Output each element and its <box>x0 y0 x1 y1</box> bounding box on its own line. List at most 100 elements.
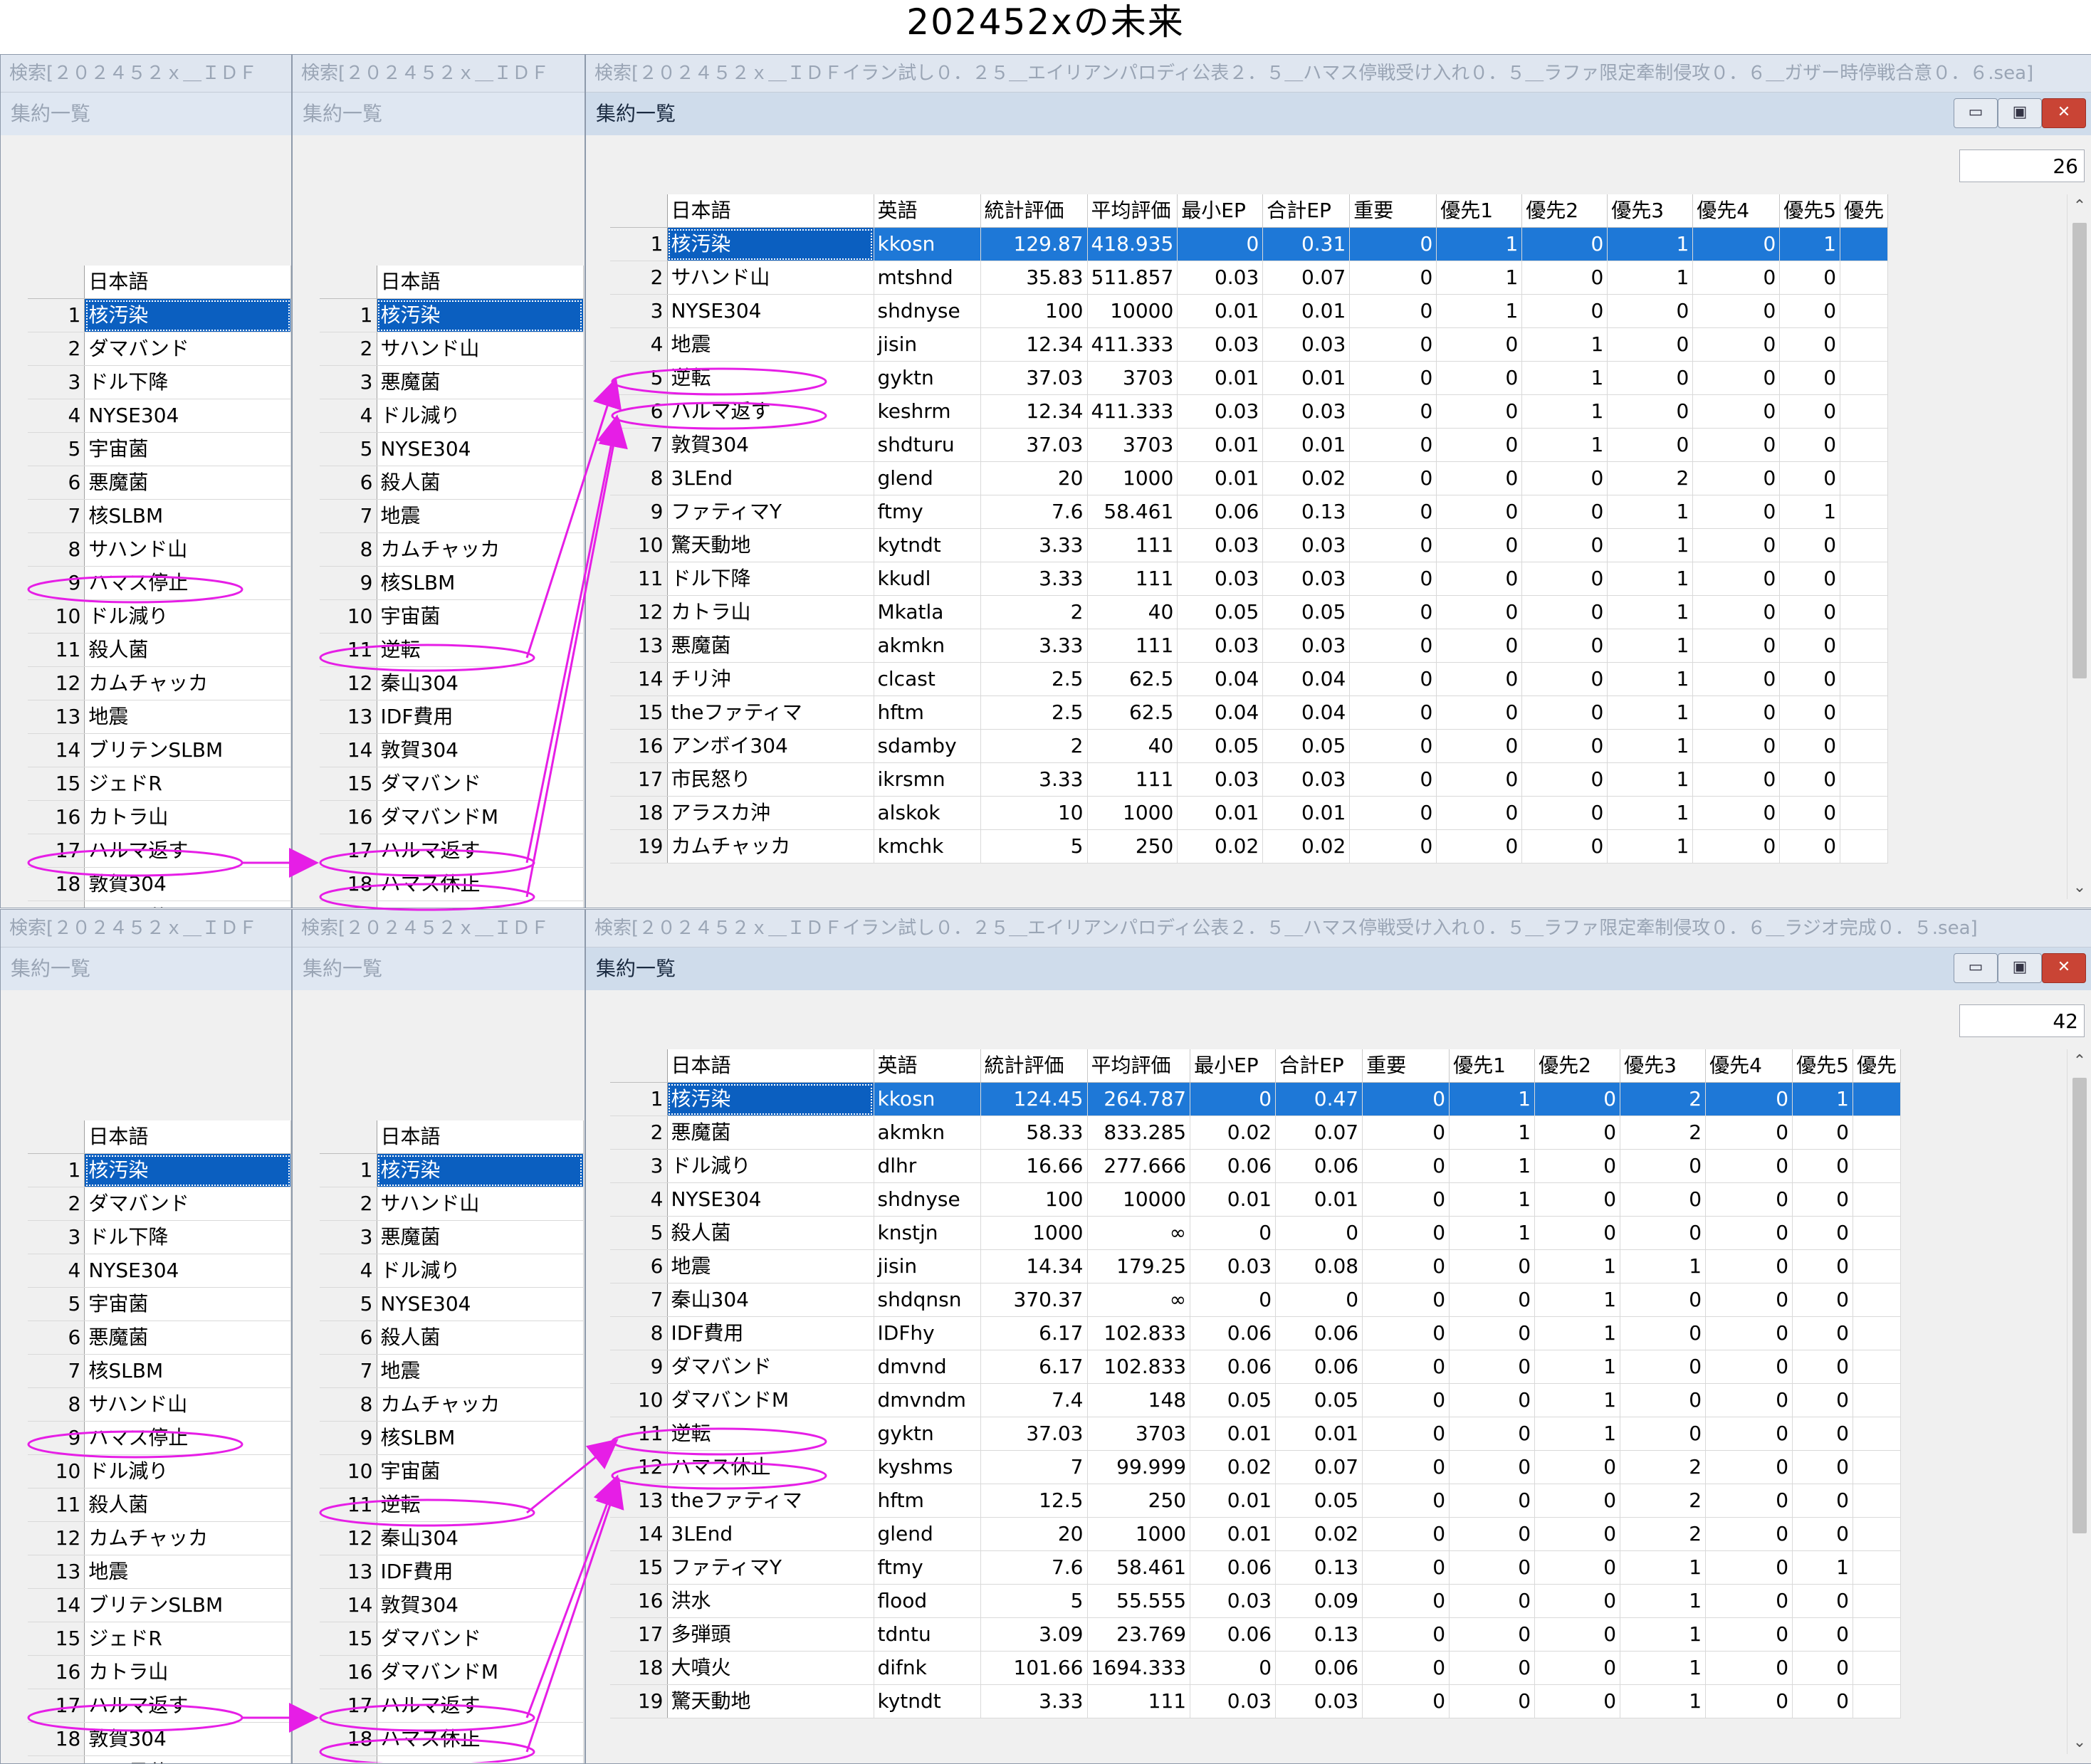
table-cell[interactable]: akmkn <box>874 1116 980 1150</box>
table-cell[interactable]: NYSE304 <box>377 1288 583 1321</box>
table-cell[interactable]: 1 <box>1780 495 1840 529</box>
table-cell[interactable]: 0 <box>1693 228 1780 261</box>
table-cell[interactable]: 16.66 <box>980 1150 1087 1183</box>
table-cell[interactable]: NYSE304 <box>85 399 291 433</box>
table-cell[interactable]: 宇宙菌 <box>85 433 291 466</box>
table-cell[interactable]: 0.03 <box>1263 328 1350 362</box>
table-row[interactable]: 11殺人菌 <box>28 634 291 667</box>
table-row[interactable]: 2サハンド山mtshnd35.83511.8570.030.07010100 <box>610 261 1888 295</box>
table-cell[interactable]: 0 <box>1780 295 1840 328</box>
table-row[interactable]: 14敦賀304 <box>320 1589 583 1622</box>
table-cell[interactable]: 1 <box>1450 1183 1535 1217</box>
table-cell[interactable]: 0 <box>1437 763 1522 797</box>
table-cell[interactable]: 0 <box>1363 1451 1450 1484</box>
table-cell[interactable]: 2.5 <box>980 663 1087 696</box>
table-cell[interactable]: 0 <box>1276 1217 1363 1250</box>
table-row[interactable]: 3悪魔菌 <box>320 366 583 399</box>
table-cell[interactable]: 0 <box>1363 1685 1450 1718</box>
table-cell[interactable]: 0 <box>1608 395 1693 429</box>
table-cell[interactable]: 殺人菌 <box>667 1217 874 1250</box>
table-cell[interactable]: 0 <box>1693 429 1780 462</box>
table-cell[interactable]: 核汚染 <box>377 1154 583 1187</box>
table-cell[interactable]: 0 <box>1793 1685 1853 1718</box>
table-cell[interactable]: カムチャッカ <box>377 533 583 567</box>
table-cell[interactable]: 0 <box>1350 797 1437 830</box>
minimize-icon[interactable]: ▭ <box>1954 953 1998 983</box>
table-cell[interactable]: 124.45 <box>980 1083 1087 1116</box>
table-cell[interactable]: alskok <box>874 797 980 830</box>
table-cell[interactable]: 殺人菌 <box>377 1321 583 1355</box>
table-cell[interactable]: 7.6 <box>980 1551 1087 1585</box>
table-cell[interactable]: 敦賀304 <box>667 429 874 462</box>
table-cell[interactable]: 0.01 <box>1178 462 1263 495</box>
table-cell[interactable]: 大噴火 <box>667 1652 874 1685</box>
table-cell[interactable]: 0 <box>1522 529 1608 562</box>
table-cell[interactable]: IDF費用 <box>377 1555 583 1589</box>
column-header[interactable]: 日本語 <box>667 1049 874 1083</box>
table-row[interactable]: 17市民怒りikrsmn3.331110.030.03000100 <box>610 763 1888 797</box>
table-cell[interactable]: ハマス休止 <box>377 1723 583 1756</box>
table-cell[interactable]: 2 <box>1608 462 1693 495</box>
table-cell[interactable]: 0 <box>1780 261 1840 295</box>
table-cell[interactable]: 264.787 <box>1087 1083 1190 1116</box>
table-cell[interactable]: 0 <box>1793 1417 1853 1451</box>
table-row[interactable]: 6地震jisin14.34179.250.030.08001100 <box>610 1250 1900 1283</box>
table-cell[interactable]: 0.03 <box>1263 562 1350 596</box>
table-cell[interactable]: 0 <box>1620 1283 1706 1317</box>
table-cell[interactable]: 5 <box>980 1585 1087 1618</box>
table-cell[interactable]: 0.06 <box>1178 495 1263 529</box>
table-cell[interactable]: ハマス休止 <box>667 1451 874 1484</box>
table-cell[interactable]: 0 <box>1522 730 1608 763</box>
table-cell[interactable]: 0 <box>1363 1116 1450 1150</box>
table-cell[interactable]: 0 <box>1693 663 1780 696</box>
table-cell[interactable]: 0 <box>1363 1083 1450 1116</box>
table-cell[interactable]: 0 <box>1450 1250 1535 1283</box>
table-row[interactable]: 4ドル減り <box>320 399 583 433</box>
table-cell[interactable]: 10 <box>980 797 1087 830</box>
table-cell[interactable]: 0 <box>1535 1083 1620 1116</box>
table-cell[interactable]: 0 <box>1706 1518 1793 1551</box>
table-cell[interactable]: ハルマ返す <box>85 834 291 868</box>
table-cell[interactable]: 地震 <box>667 1250 874 1283</box>
table-cell[interactable]: 1 <box>1535 1350 1620 1384</box>
table-cell[interactable]: 129.87 <box>980 228 1087 261</box>
table-row[interactable]: 18ハマス休止 <box>320 868 583 901</box>
table-cell[interactable]: 0 <box>1793 1217 1853 1250</box>
table-cell[interactable]: 101.66 <box>980 1652 1087 1685</box>
table-cell[interactable]: 0 <box>1706 1484 1793 1518</box>
table-cell[interactable]: 0 <box>1706 1250 1793 1283</box>
table-cell[interactable]: 逆転 <box>377 1489 583 1522</box>
table-cell[interactable]: 宇宙菌 <box>377 1455 583 1489</box>
table-cell[interactable]: ダマバンド <box>377 767 583 801</box>
table-cell[interactable]: 58.461 <box>1087 495 1178 529</box>
table-cell[interactable]: 0.04 <box>1178 663 1263 696</box>
table-cell[interactable]: 2 <box>1620 1116 1706 1150</box>
table-cell[interactable]: 0 <box>1793 1652 1853 1685</box>
table-cell[interactable]: 0.03 <box>1178 261 1263 295</box>
table-cell[interactable]: 0 <box>1608 295 1693 328</box>
window-title[interactable]: 検索[２０２４５２ｘ＿ＩＤＦ <box>293 910 585 947</box>
table-cell[interactable]: 0 <box>1535 1551 1620 1585</box>
table-cell[interactable]: 0.01 <box>1276 1183 1363 1217</box>
table-cell[interactable]: ファティマY <box>667 1551 874 1585</box>
table-cell[interactable]: ハルマ返す <box>85 1689 291 1723</box>
table-cell[interactable]: 0.03 <box>1276 1685 1363 1718</box>
table-cell[interactable]: ドル下降 <box>85 1221 291 1254</box>
table-cell[interactable]: 0 <box>1363 1217 1450 1250</box>
table-cell[interactable]: 0.03 <box>1178 629 1263 663</box>
table-cell[interactable]: 3703 <box>1087 429 1178 462</box>
table-cell[interactable]: 0 <box>1437 830 1522 863</box>
table-cell[interactable]: 0 <box>1693 462 1780 495</box>
table-cell[interactable]: 0.07 <box>1276 1116 1363 1150</box>
table-row[interactable]: 1核汚染 <box>28 1154 291 1187</box>
table-cell[interactable]: 0 <box>1620 1350 1706 1384</box>
table-cell[interactable]: 1 <box>1450 1083 1535 1116</box>
table-cell[interactable]: 1 <box>1608 228 1693 261</box>
table-row[interactable]: 16洪水flood555.5550.030.09000100 <box>610 1585 1900 1618</box>
close-icon[interactable]: ✕ <box>2042 953 2086 983</box>
table-cell[interactable]: 0 <box>1437 797 1522 830</box>
table-cell[interactable]: 0 <box>1535 1183 1620 1217</box>
table-cell[interactable]: 悪魔菌 <box>377 1221 583 1254</box>
table-row[interactable]: 3ドル下降 <box>28 366 291 399</box>
table-cell[interactable]: ダマバンド <box>377 1622 583 1656</box>
